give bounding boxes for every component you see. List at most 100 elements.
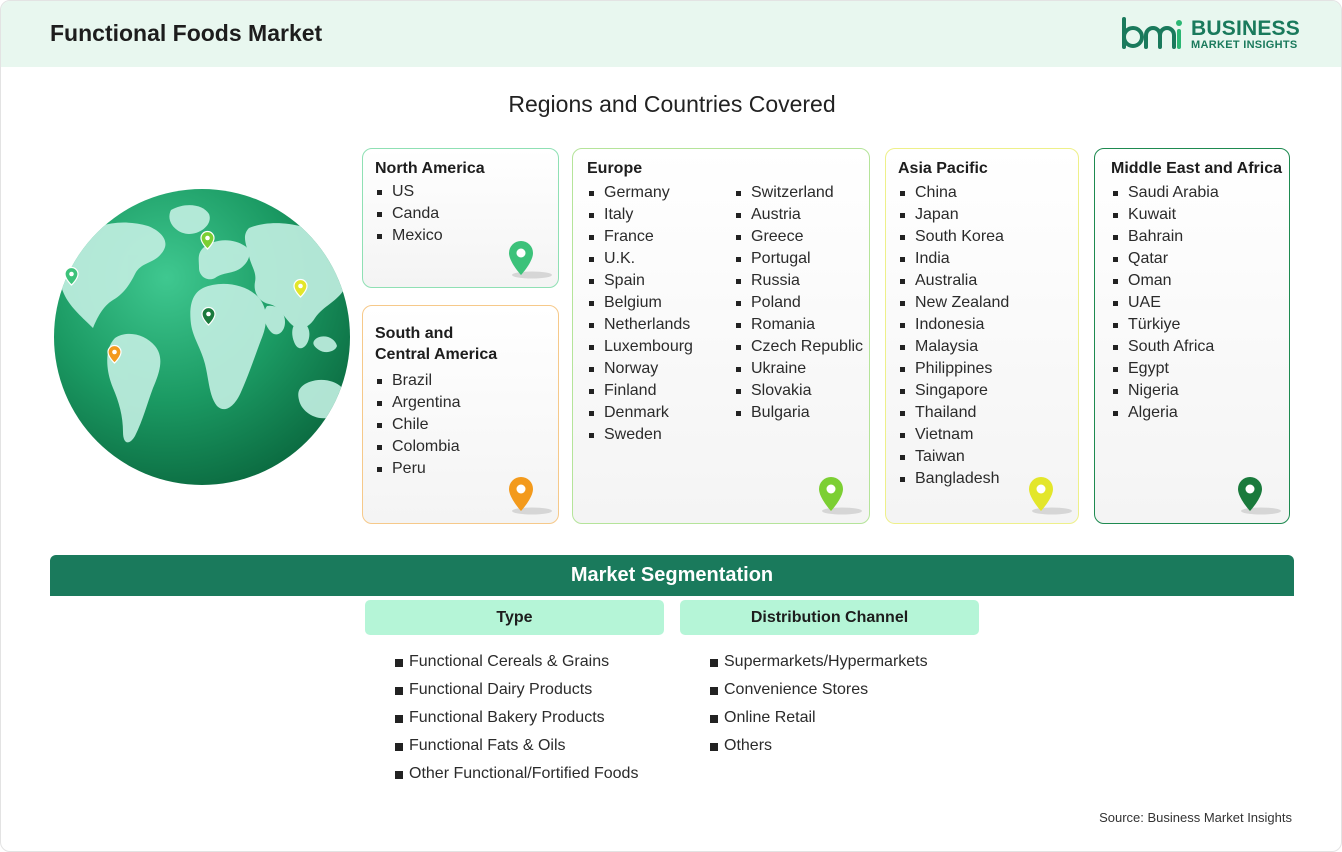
list-item: New Zealand [898, 292, 1009, 314]
region-title-europe: Europe [587, 160, 643, 177]
list-item: Germany [587, 182, 693, 204]
segment-list-type: Functional Cereals & Grains Functional D… [395, 648, 638, 788]
logo-line2: MARKET INSIGHTS [1191, 39, 1298, 51]
infographic-frame: Functional Foods Market BUSINESS MARKET … [0, 0, 1342, 852]
segment-header-distribution-channel: Distribution Channel [680, 600, 979, 635]
list-item: Chile [375, 414, 461, 436]
region-title-middle-east-africa: Middle East and Africa [1111, 160, 1282, 177]
list-item: Oman [1111, 270, 1219, 292]
country-list-europe-col2: Switzerland Austria Greece Portugal Russ… [734, 182, 863, 424]
list-item: Poland [734, 292, 863, 314]
list-item: U.K. [587, 248, 693, 270]
list-item: Belgium [587, 292, 693, 314]
market-segmentation-header: Market Segmentation [50, 555, 1294, 596]
map-pin-icon [819, 477, 862, 515]
list-item: Romania [734, 314, 863, 336]
list-item: Malaysia [898, 336, 1009, 358]
list-item: France [587, 226, 693, 248]
map-pin-icon [509, 241, 552, 279]
list-item: Bahrain [1111, 226, 1219, 248]
map-pin-icon [1029, 477, 1072, 515]
list-item: Luxembourg [587, 336, 693, 358]
segment-header-type: Type [365, 600, 664, 635]
list-item: Other Functional/Fortified Foods [395, 760, 638, 788]
region-title-asia-pacific: Asia Pacific [898, 160, 988, 177]
list-item: Austria [734, 204, 863, 226]
list-item: Bulgaria [734, 402, 863, 424]
list-item: Finland [587, 380, 693, 402]
list-item: Slovakia [734, 380, 863, 402]
list-item: Indonesia [898, 314, 1009, 336]
list-item: Vietnam [898, 424, 1009, 446]
list-item: Online Retail [710, 704, 928, 732]
country-list-asia-pacific: China Japan South Korea India Australia … [898, 182, 1009, 490]
list-item: Czech Republic [734, 336, 863, 358]
regions-title: Regions and Countries Covered [508, 91, 836, 117]
list-item: Netherlands [587, 314, 693, 336]
list-item: Canda [375, 203, 443, 225]
header-bar: Functional Foods Market BUSINESS MARKET … [1, 1, 1341, 67]
logo-line1: BUSINESS [1191, 17, 1300, 40]
list-item: Philippines [898, 358, 1009, 380]
list-item: China [898, 182, 1009, 204]
list-item: Australia [898, 270, 1009, 292]
globe-icon [54, 189, 350, 485]
list-item: Functional Fats & Oils [395, 732, 638, 760]
bmi-logo-mark-icon [1122, 17, 1182, 49]
list-item: Taiwan [898, 446, 1009, 468]
list-item: South Africa [1111, 336, 1219, 358]
list-item: Ukraine [734, 358, 863, 380]
list-item: Peru [375, 458, 461, 480]
list-item: Portugal [734, 248, 863, 270]
list-item: India [898, 248, 1009, 270]
page-title: Functional Foods Market [50, 20, 323, 46]
region-card-south-central-america: South and Central America Brazil Argenti… [362, 305, 559, 524]
region-card-north-america: North America US Canda Mexico [362, 148, 559, 288]
list-item: Kuwait [1111, 204, 1219, 226]
segment-list-distribution-channel: Supermarkets/Hypermarkets Convenience St… [710, 648, 928, 760]
source-note: Source: Business Market Insights [1099, 810, 1292, 825]
list-item: UAE [1111, 292, 1219, 314]
list-item: Thailand [898, 402, 1009, 424]
list-item: Functional Dairy Products [395, 676, 638, 704]
list-item: Spain [587, 270, 693, 292]
list-item: South Korea [898, 226, 1009, 248]
region-title-line1: South and [375, 325, 454, 342]
list-item: Nigeria [1111, 380, 1219, 402]
region-card-asia-pacific: Asia Pacific China Japan South Korea Ind… [885, 148, 1079, 524]
list-item: Convenience Stores [710, 676, 928, 704]
list-item: Italy [587, 204, 693, 226]
region-title-south-central-america: South and Central America [375, 323, 497, 365]
country-list-south-central-america: Brazil Argentina Chile Colombia Peru [375, 370, 461, 480]
list-item: Colombia [375, 436, 461, 458]
list-item: Türkiye [1111, 314, 1219, 336]
list-item: Switzerland [734, 182, 863, 204]
region-title-line2: Central America [375, 346, 498, 363]
list-item: Functional Bakery Products [395, 704, 638, 732]
list-item: Supermarkets/Hypermarkets [710, 648, 928, 676]
list-item: Bangladesh [898, 468, 1009, 490]
list-item: Norway [587, 358, 693, 380]
list-item: US [375, 181, 443, 203]
map-pin-icon [509, 477, 552, 515]
list-item: Saudi Arabia [1111, 182, 1219, 204]
bmi-logo: BUSINESS MARKET INSIGHTS [1121, 15, 1301, 55]
country-list-north-america: US Canda Mexico [375, 181, 443, 247]
map-pin-icon [1238, 477, 1281, 515]
list-item: Others [710, 732, 928, 760]
list-item: Denmark [587, 402, 693, 424]
country-list-middle-east-africa: Saudi Arabia Kuwait Bahrain Qatar Oman U… [1111, 182, 1219, 424]
region-title-north-america: North America [375, 160, 485, 177]
list-item: Algeria [1111, 402, 1219, 424]
list-item: Egypt [1111, 358, 1219, 380]
list-item: Brazil [375, 370, 461, 392]
region-card-europe: Europe Germany Italy France U.K. Spain B… [572, 148, 870, 524]
list-item: Russia [734, 270, 863, 292]
list-item: Qatar [1111, 248, 1219, 270]
list-item: Greece [734, 226, 863, 248]
list-item: Japan [898, 204, 1009, 226]
list-item: Sweden [587, 424, 693, 446]
list-item: Functional Cereals & Grains [395, 648, 638, 676]
region-card-middle-east-africa: Middle East and Africa Saudi Arabia Kuwa… [1094, 148, 1290, 524]
list-item: Singapore [898, 380, 1009, 402]
